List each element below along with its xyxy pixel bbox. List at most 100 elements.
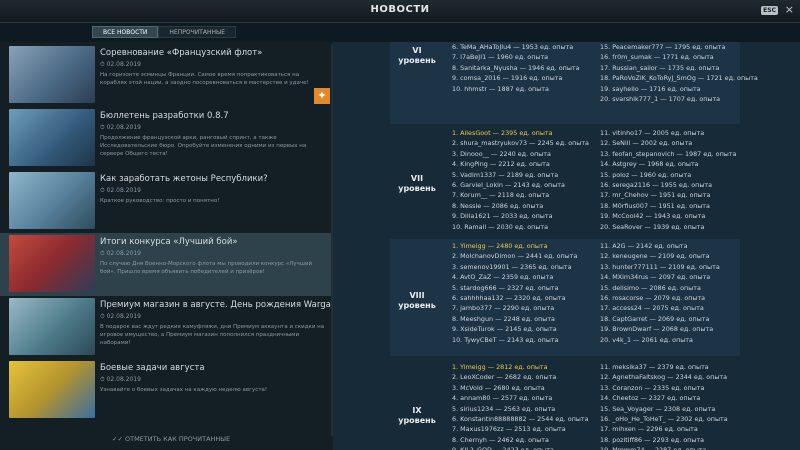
news-item[interactable]: Как заработать жетоны Республики? ⏱ 02.0… [0, 170, 333, 233]
star-icon[interactable]: ✦ [314, 88, 330, 104]
rank-entry: 10. hhmstr — 1887 ед. опыта [452, 84, 549, 93]
rank-entry: 17. mr_Chehov — 1951 ед. опыта [600, 191, 711, 200]
rank-entry: 17. Russian_sailor — 1735 ед. опыта [600, 63, 720, 72]
rank-entry: 7. Maxus1976zz — 2513 ед. опыта [452, 425, 566, 434]
news-title: Соревнование «Французский флот» [100, 48, 263, 58]
page-title: НОВОСТИ [370, 4, 430, 15]
rank-entry: 17. access24 — 2075 ед. опыта [600, 304, 704, 313]
news-date: ⏱ 02.08.2019 [100, 313, 141, 320]
rank-entry: 19. McCool42 — 1943 ед. опыта [600, 212, 706, 221]
rank-entry: 7. Korum__ — 2118 ед. опыта [452, 191, 550, 200]
rank-entry: 19. sayhello — 1716 ед. опыта [600, 84, 701, 93]
rank-entry: 12. keneugene — 2109 ед. опыта [600, 252, 710, 261]
news-tabs: ВСЕ НОВОСТИ НЕПРОЧИТАННЫЕ [92, 26, 237, 38]
rank-entry: 8. Meeshgun — 2248 ед. опыта [452, 314, 555, 323]
rank-entry: 14. MXim34rus — 2097 ед. опыта [600, 273, 711, 282]
level-block: VII уровень 1. AllesGoot — 2395 ед. опыта… [390, 128, 740, 238]
rank-entry: 11. meksika37 — 2379 ед. опыта [600, 363, 709, 371]
rank-entry: 14. Astgrey — 1968 ед. опыта [600, 160, 699, 169]
tab-unread[interactable]: НЕПРОЧИТАННЫЕ [158, 26, 237, 38]
rank-entry: 1. Yimeigg — 2812 ед. опыта [452, 363, 548, 371]
clock-icon: ⏱ [100, 250, 105, 257]
rank-entry: 11. A2G — 2142 ед. опыта [600, 242, 688, 250]
news-item[interactable]: Боевые задачи августа ⏱ 02.08.2019 Узнав… [0, 359, 333, 422]
rank-entry: 3. McVold — 2680 ед. опыта [452, 383, 545, 392]
rank-list: 1. Yimeigg — 2812 ед. опыта 2. LeoXCoder … [452, 362, 589, 450]
rank-entry: 9. Dilla1621 — 2033 ед. опыта [452, 212, 553, 221]
check-icon: ✓✓ [112, 435, 123, 443]
rank-entry: 16. fr0m_sumak — 1771 ед. опыта [600, 53, 714, 62]
rank-entry: 10. Ramall — 2030 ед. опыта [452, 222, 549, 231]
news-title: Бюллетень разработки 0.8.7 [100, 111, 229, 121]
rank-entry: 7. jambo377 — 2290 ед. опыта [452, 304, 555, 313]
news-item[interactable]: Бюллетень разработки 0.8.7 ⏱ 02.08.2019 … [0, 107, 333, 170]
news-title: Итоги конкурса «Лучший бой» [100, 237, 238, 247]
rank-entry: 8. Sanitarka_Nyusha — 1946 ед. опыта [452, 63, 580, 72]
rank-entry: 20. SeaRover — 1939 ед. опыта [600, 222, 705, 231]
clock-icon: ⏱ [100, 61, 105, 68]
news-item[interactable]: Итоги конкурса «Лучший бой» ⏱ 02.08.2019… [0, 233, 333, 296]
rank-entry: 4. AvtO_ZaZ — 2359 ед. опыта [452, 273, 554, 282]
rank-entry: 15. delisimo — 2086 ед. опыта [600, 283, 701, 292]
news-date: ⏱ 02.08.2019 [100, 376, 141, 383]
rank-entry: 6. TeMa_AHaToJIu4 — 1953 ед. опыта [452, 43, 574, 51]
level-block: VI уровень 6. TeMa_AHaToJIu4 — 1953 ед. о… [390, 42, 758, 124]
news-item[interactable]: Премиум магазин в августе. День рождения… [0, 296, 352, 359]
rank-entry: 15. Sea_Voyager — 2308 ед. опыта [600, 404, 716, 413]
tab-all-news[interactable]: ВСЕ НОВОСТИ [92, 26, 159, 38]
news-list: Соревнование «Французский флот» ⏱ 02.08.… [0, 42, 352, 450]
close-icon[interactable]: × [785, 3, 794, 16]
rank-entry: 15. Peacemaker777 — 1795 ед. опыта [600, 43, 726, 51]
news-thumbnail [9, 361, 95, 418]
news-thumbnail [9, 109, 95, 166]
level-label: VIII уровень [398, 291, 436, 310]
news-desc: Продолжение французской арки, ранговый с… [100, 135, 307, 157]
rank-entry: 9. KIL2_GOD — 2423 ед. опыта [452, 445, 589, 450]
rank-entry: 4. KingPing — 2212 ед. опыта [452, 160, 550, 169]
news-date: ⏱ 02.08.2019 [100, 250, 141, 257]
rank-entry: 12. SeNill — 2002 ед. опыта [600, 139, 693, 148]
level-label: IX уровень [398, 406, 436, 425]
news-title: Премиум магазин в августе. День рождения… [100, 300, 353, 310]
rank-entry: 20. svarshik777_1 — 1707 ед. опыта [600, 95, 721, 104]
rank-entry: 9. comsa_2016 — 1916 ед. опыта [452, 74, 563, 83]
clock-icon: ⏱ [100, 187, 105, 194]
rank-entry: 14. Cheetoz — 2327 ед. опыта [600, 394, 701, 403]
rank-entry: 3. semenov19901 — 2365 ед. опыта [452, 262, 572, 271]
news-date: ⏱ 02.08.2019 [100, 61, 141, 68]
news-desc: В подарок вас ждут редкие камуфляжи, дни… [100, 324, 325, 346]
news-thumbnail [9, 172, 95, 229]
rank-entry: 13. feofan_stepanovich — 1987 ед. опыта [600, 149, 737, 158]
rank-list: 11. A2G — 2142 ед. опыта 12. keneugene — … [600, 241, 720, 345]
rank-entry: 2. LeoXCoder — 2682 ед. опыта [452, 373, 557, 382]
rank-entry: 16. rosacorse — 2079 ед. опыта [600, 294, 706, 303]
rank-entry: 18. PaRoVoZiK_KoToRyJ_SmOg — 1721 ед. оп… [600, 74, 758, 83]
news-item[interactable]: Соревнование «Французский флот» ⏱ 02.08.… [0, 44, 333, 107]
rank-entry: 3. Dinooo__ — 2240 ед. опыта [452, 149, 551, 158]
news-title: Как заработать жетоны Республики? [100, 174, 268, 184]
rank-entry: 5. stardog666 — 2327 ед. опыта [452, 283, 559, 292]
rank-entry: 18. M0rfius007 — 1951 ед. опыта [600, 201, 710, 210]
rank-entry: 8. Nessie — 2086 ед. опыта [452, 201, 544, 210]
level-block: IX уровень 1. Yimeigg — 2812 ед. опыта 2. … [390, 360, 740, 450]
rank-list: 11. meksika37 — 2379 ед. опыта 12. Agneth… [600, 362, 728, 450]
esc-badge[interactable]: ESC [761, 6, 778, 15]
news-desc: По случаю Дня Военно-Морского флота мы п… [100, 261, 313, 275]
rank-entry: 1. AllesGoot — 2395 ед. опыта [452, 129, 553, 137]
rank-entry: 2. shura_mastryukov73 — 2245 ед. опыта [452, 139, 589, 148]
rank-entry: 9. XsideTurok — 2145 ед. опыта [452, 325, 557, 334]
rank-entry: 8. Chernyh — 2462 ед. опыта [452, 435, 549, 444]
clock-icon: ⏱ [100, 124, 105, 131]
rank-entry: 5. Vadim1337 — 2189 ед. опыта [452, 170, 559, 179]
rank-entry: 16. _oHo_He_ToHeT_ — 2302 ед. опыта [600, 415, 728, 424]
leaderboard: VI уровень 6. TeMa_AHaToJIu4 — 1953 ед. о… [333, 42, 800, 450]
news-thumbnail [9, 46, 95, 103]
rank-entry: 6. Konstantin88888882 — 2544 ед. опыта [452, 415, 589, 424]
rank-entry: 15. poloz — 1960 ед. опыта [600, 170, 692, 179]
clock-icon: ⏱ [100, 376, 105, 383]
rank-entry: 18. CaptGarret — 2069 ед. опыта [600, 314, 710, 323]
clock-icon: ⏱ [100, 313, 105, 320]
rank-entry: 6. Garviel_Lokin — 2143 ед. опыта [452, 181, 565, 190]
mark-all-read-button[interactable]: ✓✓ ОТМЕТИТЬ КАК ПРОЧИТАННЫЕ [112, 435, 230, 443]
rank-entry: 13. hunter777111 — 2109 ед. опыта [600, 262, 720, 271]
